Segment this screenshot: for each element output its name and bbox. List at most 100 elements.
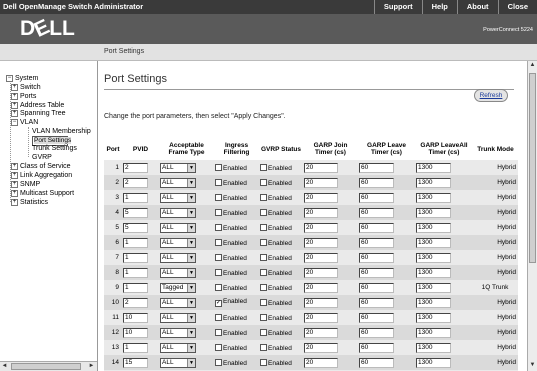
frame-type-select[interactable]: Tagged ▼ (160, 282, 196, 293)
pvid-input[interactable]: 10 (123, 327, 148, 338)
garp-leaveall-timer-input[interactable]: 1300 (416, 357, 451, 368)
garp-leave-timer-input[interactable]: 60 (359, 282, 394, 293)
ingress-filtering-checkbox[interactable] (215, 283, 222, 291)
chevron-down-icon[interactable]: ▼ (187, 178, 195, 187)
garp-leaveall-timer-input[interactable]: 1300 (416, 327, 451, 338)
gvrp-status-checkbox[interactable] (260, 238, 267, 246)
frame-type-select[interactable]: ALL ▼ (160, 297, 196, 308)
garp-leaveall-timer-input[interactable]: 1300 (416, 177, 451, 188)
pvid-input[interactable]: 1 (123, 252, 148, 263)
garp-leave-timer-input[interactable]: 60 (359, 327, 394, 338)
tree-item-vlan[interactable]: − VLAN (11, 118, 38, 127)
arrow-down-icon[interactable]: ▼ (528, 361, 537, 370)
frame-type-select[interactable]: ALL ▼ (160, 252, 196, 263)
frame-type-select[interactable]: ALL ▼ (160, 312, 196, 323)
garp-leave-timer-input[interactable]: 60 (359, 357, 394, 368)
garp-leaveall-timer-input[interactable]: 1300 (416, 222, 451, 233)
garp-leave-timer-input[interactable]: 60 (359, 222, 394, 233)
plus-icon[interactable]: + (11, 93, 18, 100)
ingress-filtering-checkbox[interactable] (215, 223, 222, 231)
tree-item-ports[interactable]: + Ports (11, 92, 36, 101)
ingress-filtering-checkbox[interactable] (215, 193, 222, 201)
ingress-filtering-checkbox[interactable] (215, 253, 222, 261)
pvid-input[interactable]: 2 (123, 297, 148, 308)
chevron-down-icon[interactable]: ▼ (187, 238, 195, 247)
garp-join-timer-input[interactable]: 20 (304, 162, 338, 173)
tree-item-link-aggregation[interactable]: + Link Aggregation (11, 171, 72, 180)
plus-icon[interactable]: + (11, 181, 18, 188)
garp-leave-timer-input[interactable]: 60 (359, 162, 394, 173)
garp-leaveall-timer-input[interactable]: 1300 (416, 267, 451, 278)
garp-leaveall-timer-input[interactable]: 1300 (416, 162, 451, 173)
garp-leave-timer-input[interactable]: 60 (359, 252, 394, 263)
frame-type-select[interactable]: ALL ▼ (160, 177, 196, 188)
support-link[interactable]: Support (373, 0, 422, 14)
plus-icon[interactable]: + (11, 190, 18, 197)
frame-type-select[interactable]: ALL ▼ (160, 207, 196, 218)
ingress-filtering-checkbox[interactable] (215, 328, 222, 336)
gvrp-status-checkbox[interactable] (260, 223, 267, 231)
chevron-down-icon[interactable]: ▼ (187, 313, 195, 322)
garp-leaveall-timer-input[interactable]: 1300 (416, 192, 451, 203)
chevron-down-icon[interactable]: ▼ (187, 328, 195, 337)
pvid-input[interactable]: 1 (123, 237, 148, 248)
gvrp-status-checkbox[interactable] (260, 163, 267, 171)
garp-join-timer-input[interactable]: 20 (304, 327, 338, 338)
minus-icon[interactable]: − (6, 75, 13, 82)
garp-leave-timer-input[interactable]: 60 (359, 297, 394, 308)
tree-item-snmp[interactable]: + SNMP (11, 180, 40, 189)
garp-join-timer-input[interactable]: 20 (304, 312, 338, 323)
close-link[interactable]: Close (497, 0, 537, 14)
minus-icon[interactable]: − (11, 119, 18, 126)
chevron-down-icon[interactable]: ▼ (187, 268, 195, 277)
garp-leave-timer-input[interactable]: 60 (359, 177, 394, 188)
plus-icon[interactable]: + (11, 110, 18, 117)
garp-leave-timer-input[interactable]: 60 (359, 312, 394, 323)
garp-leave-timer-input[interactable]: 60 (359, 342, 394, 353)
frame-type-select[interactable]: ALL ▼ (160, 222, 196, 233)
garp-leaveall-timer-input[interactable]: 1300 (416, 342, 451, 353)
frame-type-select[interactable]: ALL ▼ (160, 162, 196, 173)
frame-type-select[interactable]: ALL ▼ (160, 267, 196, 278)
gvrp-status-checkbox[interactable] (260, 298, 267, 306)
tree-item-trunk-settings[interactable]: Trunk Settings (32, 144, 77, 153)
garp-leave-timer-input[interactable]: 60 (359, 237, 394, 248)
chevron-down-icon[interactable]: ▼ (187, 223, 195, 232)
garp-join-timer-input[interactable]: 20 (304, 207, 338, 218)
garp-join-timer-input[interactable]: 20 (304, 297, 338, 308)
tree-item-class-of-service[interactable]: + Class of Service (11, 162, 71, 171)
plus-icon[interactable]: + (11, 172, 18, 179)
pvid-input[interactable]: 15 (123, 357, 148, 368)
tree-item-vlan-membership[interactable]: VLAN Membership (32, 127, 91, 136)
tree-item-system[interactable]: − System (6, 74, 38, 83)
tree-item-statistics[interactable]: + Statistics (11, 198, 48, 207)
frame-type-select[interactable]: ALL ▼ (160, 237, 196, 248)
gvrp-status-checkbox[interactable] (260, 253, 267, 261)
garp-join-timer-input[interactable]: 20 (304, 267, 338, 278)
garp-join-timer-input[interactable]: 20 (304, 357, 338, 368)
ingress-filtering-checkbox[interactable] (215, 268, 222, 276)
chevron-down-icon[interactable]: ▼ (187, 208, 195, 217)
frame-type-select[interactable]: ALL ▼ (160, 327, 196, 338)
gvrp-status-checkbox[interactable] (260, 178, 267, 186)
ingress-filtering-checkbox[interactable] (215, 178, 222, 186)
garp-join-timer-input[interactable]: 20 (304, 177, 338, 188)
pvid-input[interactable]: 1 (123, 192, 148, 203)
garp-leave-timer-input[interactable]: 60 (359, 192, 394, 203)
garp-leave-timer-input[interactable]: 60 (359, 267, 394, 278)
garp-leaveall-timer-input[interactable]: 1300 (416, 282, 451, 293)
garp-leaveall-timer-input[interactable]: 1300 (416, 252, 451, 263)
garp-join-timer-input[interactable]: 20 (304, 252, 338, 263)
pvid-input[interactable]: 10 (123, 312, 148, 323)
gvrp-status-checkbox[interactable] (260, 358, 267, 366)
chevron-down-icon[interactable]: ▼ (187, 358, 195, 367)
arrow-up-icon[interactable]: ▲ (528, 61, 537, 70)
gvrp-status-checkbox[interactable] (260, 268, 267, 276)
ingress-filtering-checkbox[interactable] (215, 343, 222, 351)
refresh-button[interactable]: Refresh (474, 89, 508, 102)
garp-leaveall-timer-input[interactable]: 1300 (416, 312, 451, 323)
garp-leave-timer-input[interactable]: 60 (359, 207, 394, 218)
tree-horizontal-scrollbar[interactable]: ◄ ► (0, 361, 97, 371)
frame-type-select[interactable]: ALL ▼ (160, 192, 196, 203)
tree-item-gvrp[interactable]: GVRP (32, 153, 52, 162)
